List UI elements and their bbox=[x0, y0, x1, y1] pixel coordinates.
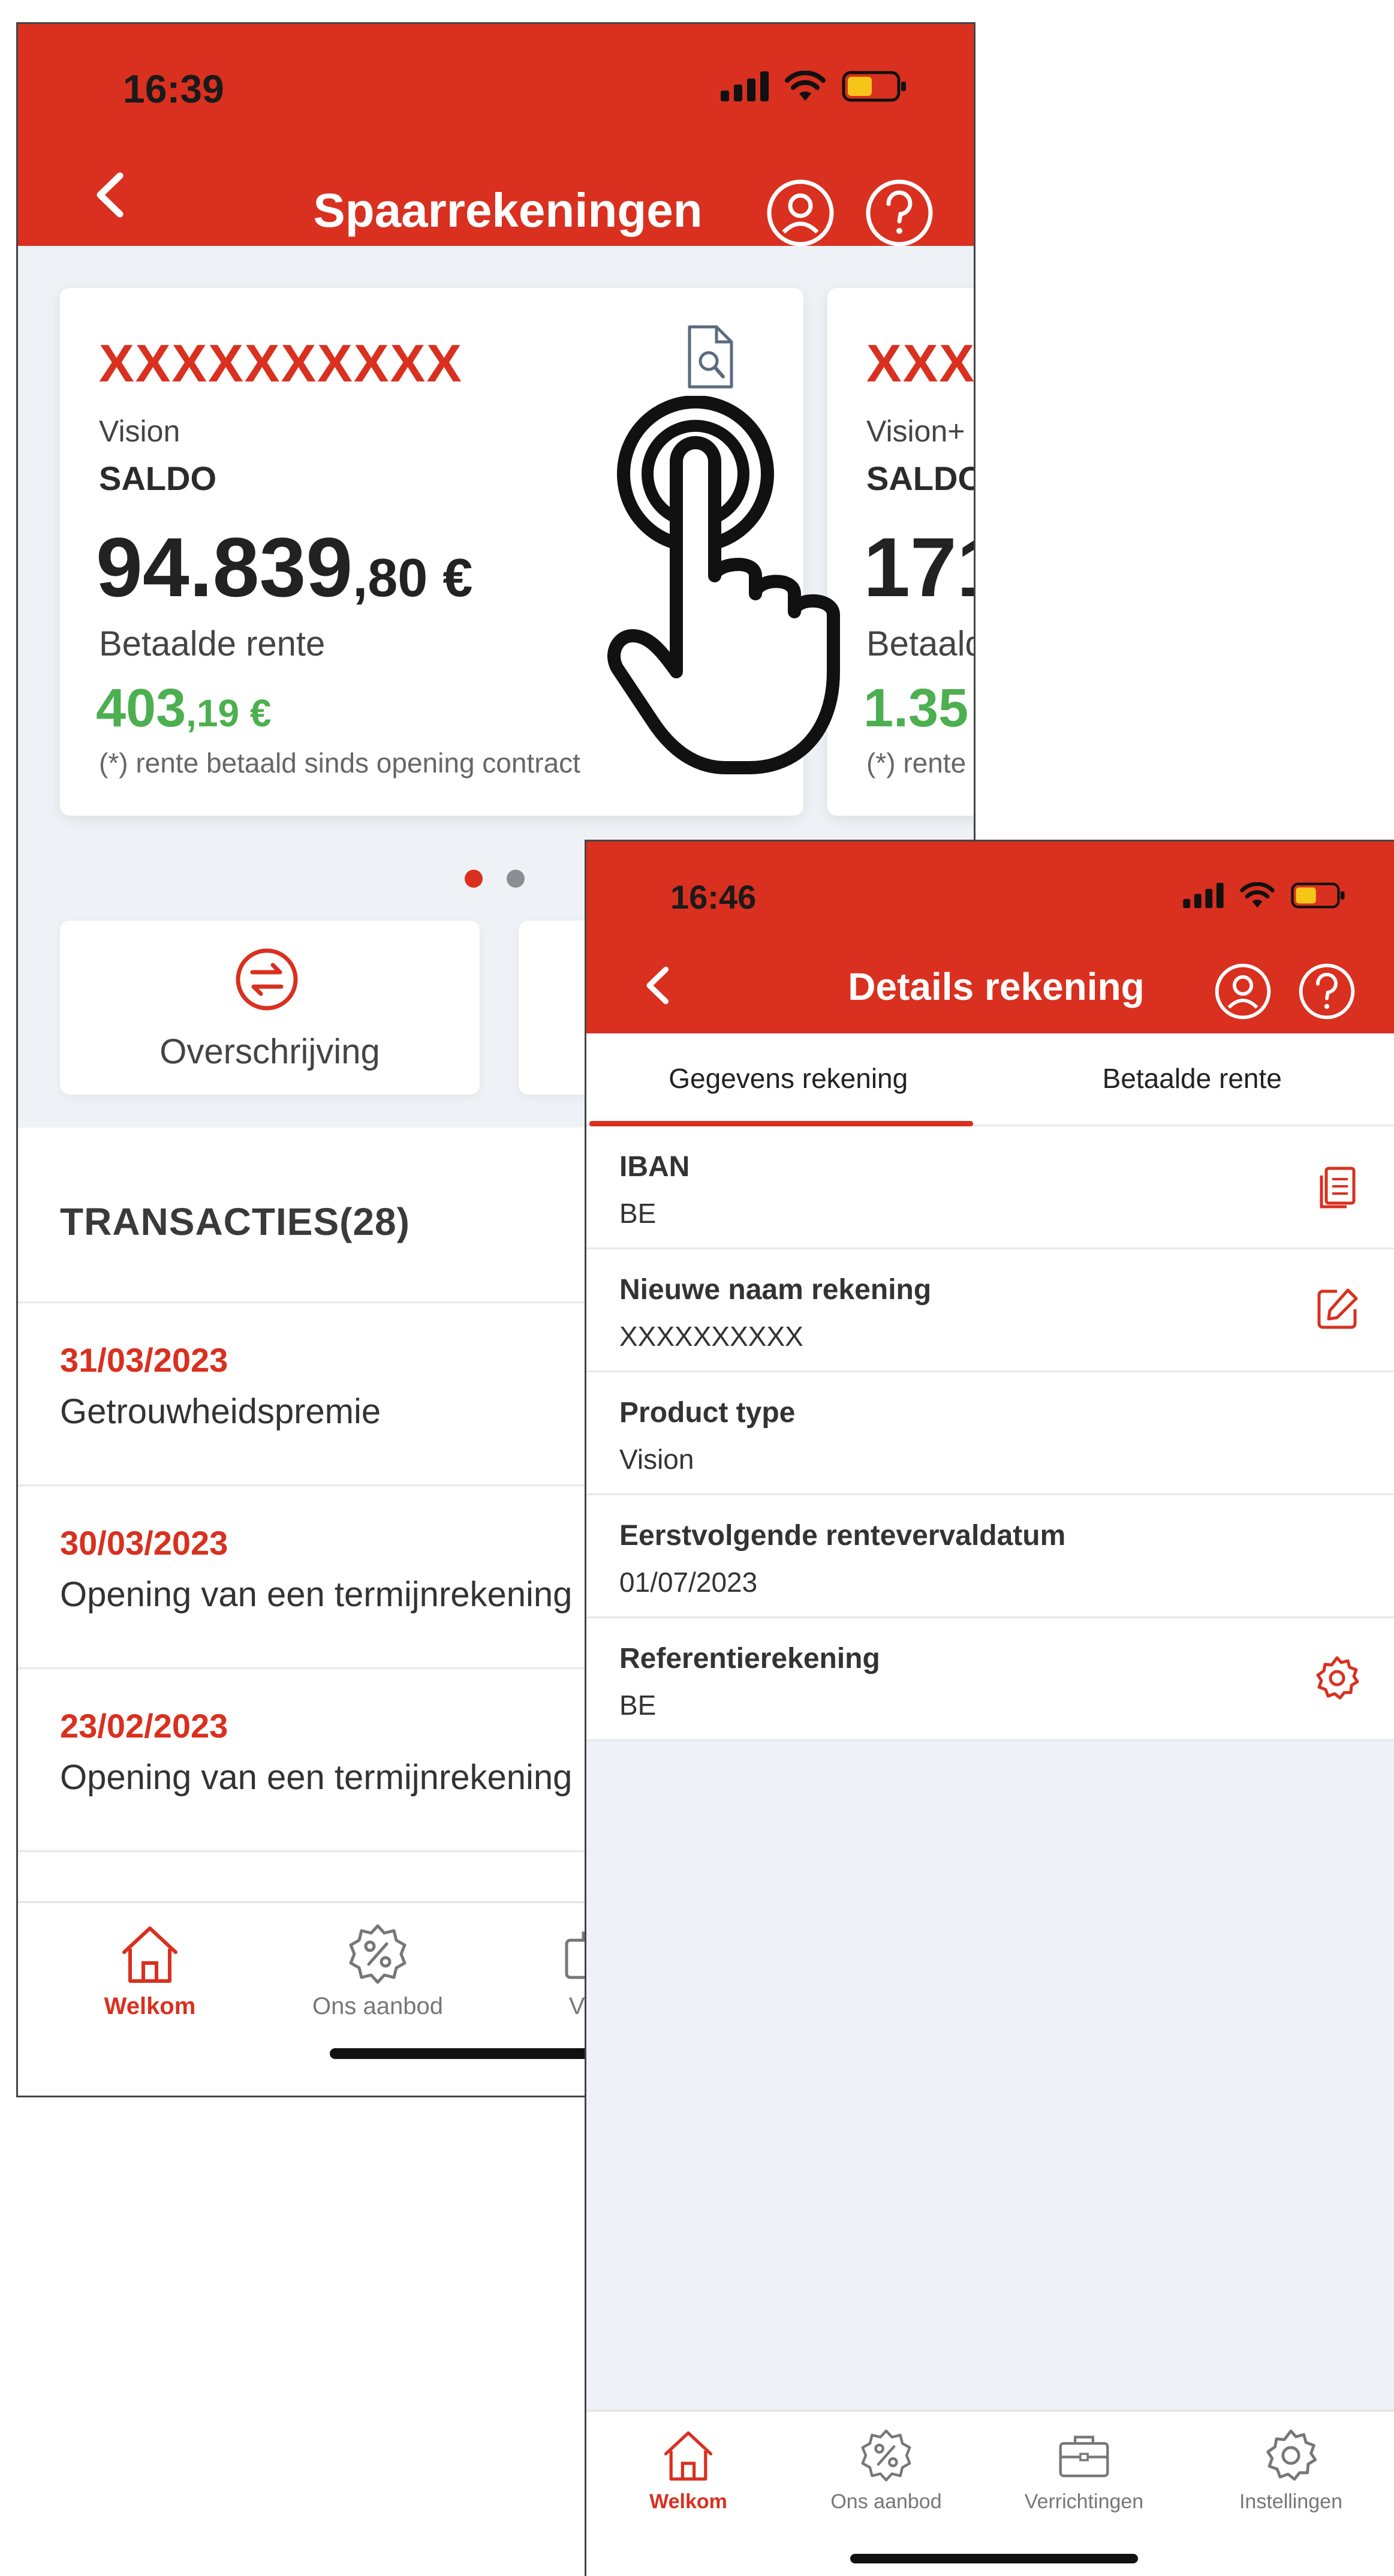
transaction-date: 31/03/2023 bbox=[60, 1341, 228, 1379]
saldo-label: SALDO bbox=[866, 459, 976, 497]
document-search-icon[interactable] bbox=[684, 324, 737, 390]
home-icon bbox=[664, 2431, 713, 2481]
help-icon[interactable] bbox=[863, 177, 935, 249]
status-time: 16:46 bbox=[670, 878, 757, 916]
nav-label: Ons aanbod bbox=[830, 2490, 942, 2513]
detail-label: Product type bbox=[619, 1397, 796, 1429]
tab-gegevens-rekening[interactable]: Gegevens rekening bbox=[586, 1033, 990, 1126]
nav-ons-aanbod[interactable]: Ons aanbod bbox=[300, 1921, 456, 2020]
nav-instellingen[interactable]: Instellingen bbox=[1222, 2427, 1360, 2514]
detail-label: Eerstvolgende rentevervaldatum bbox=[619, 1520, 1066, 1552]
home-icon bbox=[122, 1926, 177, 1983]
detail-label: Referentierekening bbox=[619, 1643, 880, 1675]
detail-row-product-type: Product type Vision bbox=[586, 1372, 1394, 1495]
nav-welkom[interactable]: Welkom bbox=[93, 1921, 207, 2020]
copy-icon[interactable] bbox=[1313, 1162, 1361, 1210]
account-product: Vision+ bbox=[866, 414, 965, 448]
interest-note: (*) rente bbox=[866, 747, 967, 778]
detail-value: 01/07/2023 bbox=[619, 1567, 758, 1598]
offer-icon bbox=[861, 2429, 911, 2482]
transactions-header: TRANSACTIES(28) bbox=[60, 1200, 410, 1243]
nav-label: Welkom bbox=[649, 2490, 727, 2513]
tab-betaalde-rente[interactable]: Betaalde rente bbox=[990, 1033, 1394, 1126]
interest-amount: 403,19 € bbox=[96, 678, 272, 740]
gear-icon bbox=[1266, 2429, 1317, 2481]
help-icon[interactable] bbox=[1297, 961, 1357, 1021]
balance-integer: 171 bbox=[863, 520, 974, 614]
detail-value: XXXXXXXXXX bbox=[619, 1321, 803, 1352]
account-name: XXXXXXXXXX bbox=[99, 333, 463, 393]
transaction-date: 30/03/2023 bbox=[60, 1524, 228, 1562]
interest-decimal: ,19 € bbox=[186, 692, 272, 735]
detail-value: BE bbox=[619, 1690, 657, 1721]
header-bar: 16:39 Spaarrekeningen bbox=[18, 24, 974, 249]
profile-icon[interactable] bbox=[1213, 961, 1273, 1021]
nav-ons-aanbod[interactable]: Ons aanbod bbox=[817, 2427, 955, 2514]
nav-verrichtingen[interactable]: Verrichtingen bbox=[1006, 2427, 1162, 2514]
transfer-label: Overschrijving bbox=[159, 1032, 380, 1071]
status-icons bbox=[1183, 882, 1346, 909]
detail-label: Nieuwe naam rekening bbox=[619, 1274, 932, 1306]
balance-amount: 94.839,80 € bbox=[96, 519, 472, 616]
detail-row-reference-account: Referentierekening BE bbox=[586, 1618, 1394, 1741]
balance-decimal: ,80 € bbox=[353, 548, 473, 608]
account-product: Vision bbox=[99, 414, 180, 448]
transaction-description: Opening van een termijnrekening bbox=[60, 1575, 573, 1614]
detail-label: IBAN bbox=[619, 1151, 690, 1183]
signal-icon bbox=[721, 71, 769, 101]
detail-value: BE bbox=[619, 1198, 657, 1229]
nav-label: Welkom bbox=[104, 1993, 196, 2019]
phone-screen-account-details: 16:46 Details rekening Gegevens rekening… bbox=[585, 840, 1394, 2576]
wifi-icon bbox=[785, 71, 826, 101]
signal-icon bbox=[1183, 883, 1224, 908]
interest-label: Betaalde rente bbox=[99, 624, 326, 663]
saldo-label: SALDO bbox=[99, 459, 216, 497]
transaction-description: Getrouwheidspremie bbox=[60, 1392, 381, 1431]
status-time: 16:39 bbox=[123, 67, 224, 111]
detail-row-iban: IBAN BE bbox=[586, 1126, 1394, 1249]
tab-bar: Gegevens rekening Betaalde rente bbox=[586, 1033, 1394, 1126]
status-icons bbox=[721, 71, 908, 102]
transfer-icon bbox=[236, 948, 298, 1011]
transfer-button[interactable]: Overschrijving bbox=[60, 921, 480, 1095]
briefcase-icon bbox=[1059, 2436, 1109, 2478]
home-indicator bbox=[850, 2554, 1138, 2563]
detail-value: Vision bbox=[619, 1444, 694, 1475]
account-name: XXXX bbox=[866, 333, 976, 393]
pager-dot[interactable] bbox=[507, 870, 525, 888]
offer-icon bbox=[349, 1924, 407, 1984]
balance-amount: 171 bbox=[863, 519, 974, 616]
detail-row-next-interest-date: Eerstvolgende rentevervaldatum 01/07/202… bbox=[586, 1495, 1394, 1618]
battery-icon bbox=[1291, 882, 1345, 909]
transaction-date: 23/02/2023 bbox=[60, 1707, 228, 1745]
header-bar: 16:46 Details rekening bbox=[586, 841, 1394, 1033]
interest-integer: 403 bbox=[96, 678, 186, 738]
pager-dot-active[interactable] bbox=[465, 870, 483, 888]
bottom-nav: Welkom Ons aanbod Verrichtingen Instelli… bbox=[586, 2410, 1394, 2576]
balance-integer: 94.839 bbox=[96, 520, 353, 614]
gear-icon[interactable] bbox=[1313, 1654, 1361, 1702]
transaction-description: Opening van een termijnrekening bbox=[60, 1758, 573, 1797]
wifi-icon bbox=[1240, 882, 1275, 908]
account-details-list: IBAN BE Nieuwe naam rekening XXXXXXXXXX … bbox=[586, 1126, 1394, 1741]
active-tab-indicator bbox=[589, 1121, 973, 1126]
battery-icon bbox=[842, 71, 906, 102]
nav-label: Verrichtingen bbox=[1024, 2490, 1144, 2513]
interest-integer: 1.35 bbox=[863, 678, 969, 738]
tap-gesture-hand-icon bbox=[607, 396, 840, 774]
interest-amount: 1.35 bbox=[863, 678, 968, 740]
profile-icon[interactable] bbox=[764, 177, 836, 249]
nav-label: Ons aanbod bbox=[312, 1993, 443, 2019]
detail-row-account-name: Nieuwe naam rekening XXXXXXXXXX bbox=[586, 1249, 1394, 1372]
edit-icon[interactable] bbox=[1313, 1285, 1361, 1333]
interest-note: (*) rente betaald sinds opening contract bbox=[99, 747, 580, 778]
nav-welkom[interactable]: Welkom bbox=[634, 2427, 742, 2514]
nav-label: Instellingen bbox=[1239, 2490, 1342, 2513]
interest-label: Betaalde bbox=[866, 624, 974, 663]
